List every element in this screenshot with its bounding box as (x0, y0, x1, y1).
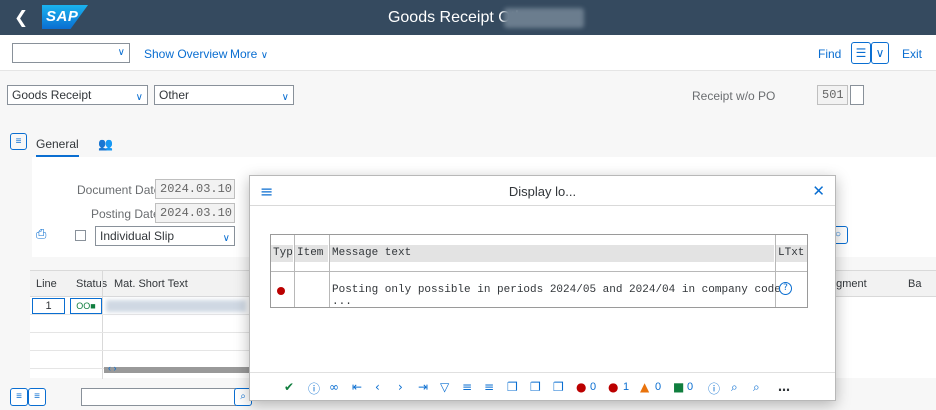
tab-bar: ≡ General 👥 (0, 128, 936, 157)
reference-value: Other (159, 88, 190, 102)
message-text[interactable]: Posting only possible in periods 2024/05… (332, 284, 807, 308)
sort-descending-icon[interactable]: ≡ (28, 388, 46, 406)
col-typ-label: Typ (271, 245, 293, 262)
chevron-down-icon: ∨ (222, 233, 230, 244)
more-menu-button[interactable]: More ∨ (230, 47, 268, 61)
tab-general[interactable]: General (36, 137, 79, 157)
app-toolbar: ∨ Show Overview More ∨ Find ☰ ∨ Exit (0, 35, 936, 71)
search-icon[interactable]: ⌕ (731, 380, 738, 395)
overflow-icon[interactable]: … (778, 380, 790, 394)
col-typ[interactable]: Typ (271, 235, 293, 271)
first-page-icon[interactable]: ⇤ (352, 380, 362, 394)
export-icon[interactable]: ❐ (553, 380, 564, 394)
shell-bar: ❮ SAP Goods Receipt Other - (0, 0, 936, 35)
warning-count: 0 (655, 381, 662, 393)
printer-icon[interactable]: ⎙ (36, 227, 46, 242)
col-message-text[interactable]: Message text (330, 235, 774, 271)
col-item-label: Item (295, 245, 328, 262)
success-icon[interactable]: ■ (673, 380, 684, 394)
reference-select[interactable]: Other ∨ (154, 85, 294, 105)
tab-partners-icon[interactable]: 👥 (98, 137, 113, 151)
chevron-down-icon: ∨ (281, 92, 289, 103)
close-icon[interactable]: ✕ (812, 182, 825, 200)
horizontal-scrollbar[interactable] (104, 367, 250, 373)
checkmark-icon[interactable]: ✔ (284, 380, 294, 394)
slip-select[interactable]: Individual Slip ∨ (95, 226, 235, 246)
copy-details-icon[interactable]: ❐ (530, 380, 541, 394)
next-icon[interactable]: › (398, 380, 403, 394)
redacted-mat-text (106, 300, 246, 312)
col-ba[interactable]: Ba (908, 278, 921, 290)
document-date-label: Document Date: (77, 183, 164, 197)
col-line[interactable]: Line (36, 278, 57, 290)
sort-ascending-icon[interactable]: ≡ (462, 380, 472, 394)
error-icon[interactable]: ● (608, 380, 618, 394)
help-icon[interactable]: ? (779, 282, 792, 295)
movement-type-extra[interactable] (850, 85, 864, 105)
dialog-title: Display lo... (508, 184, 577, 199)
line-number-field[interactable]: 1 (32, 298, 65, 314)
sort-descending-icon[interactable]: ≡ (484, 380, 494, 394)
transaction-value: Goods Receipt (12, 88, 92, 102)
dialog-footer-toolbar: ✔ ⓘ ∞ ⇤ ‹ › ⇥ ▽ ≡ ≡ ❐ ❐ ❐ ● 0 ● 1 ▲ 0 ■ … (250, 372, 835, 400)
divider (271, 271, 807, 272)
chevron-down-icon[interactable]: ∨ (871, 42, 889, 64)
posting-date-field: 2024.03.10 (155, 203, 235, 223)
filter-icon[interactable]: ▽ (440, 380, 449, 394)
filter-input[interactable] (81, 388, 236, 406)
last-page-icon[interactable]: ⇥ (418, 380, 428, 394)
movement-label: Receipt w/o PO (692, 89, 776, 103)
table-row[interactable] (30, 333, 250, 351)
chevron-down-icon: ∨ (117, 47, 125, 58)
slip-value: Individual Slip (100, 229, 175, 243)
error-count: 1 (623, 381, 630, 393)
sort-ascending-icon[interactable]: ≡ (10, 388, 28, 406)
help-icon[interactable]: ⓘ (308, 380, 320, 397)
table-row[interactable] (30, 315, 250, 333)
col-ltxt[interactable]: LTxt (776, 235, 807, 271)
chevron-down-icon: ∨ (135, 92, 143, 103)
dialog-header: ≡ Display lo... ✕ (250, 176, 835, 206)
status-indicator[interactable]: OO■ (70, 298, 102, 314)
chevron-down-icon: ∨ (260, 50, 269, 61)
col-ltxt-label: LTxt (776, 245, 807, 262)
copy-icon[interactable]: ❐ (507, 380, 518, 394)
more-menu-label: More (230, 47, 258, 61)
info-icon[interactable]: ⓘ (708, 380, 720, 397)
posting-date-label: Posting Date: (91, 207, 164, 221)
collapse-header-icon[interactable]: ≡ (10, 133, 27, 150)
display-log-dialog: ≡ Display lo... ✕ Typ Item Message text … (249, 175, 836, 401)
find-button[interactable]: Find (818, 47, 841, 61)
stop-count: 0 (590, 381, 597, 393)
success-count: 0 (687, 381, 694, 393)
exit-button[interactable]: Exit (902, 47, 922, 61)
col-mat-short-text[interactable]: Mat. Short Text (114, 278, 188, 290)
movement-type-field: 501 (817, 85, 848, 105)
error-status-icon (277, 287, 285, 295)
stop-icon[interactable]: ● (576, 380, 586, 394)
col-item[interactable]: Item (295, 235, 328, 271)
transaction-select[interactable]: Goods Receipt ∨ (7, 85, 148, 105)
table-row[interactable]: 1 OO■ (30, 297, 250, 315)
warning-icon[interactable]: ▲ (640, 380, 649, 394)
redacted-title-suffix (504, 8, 584, 28)
page-title: Goods Receipt Other - (387, 9, 549, 26)
settings-icon[interactable]: ☰ (851, 42, 871, 64)
show-overview-button[interactable]: Show Overview (144, 47, 227, 61)
variant-select[interactable]: ∨ (12, 43, 130, 63)
binoculars-icon[interactable]: ∞ (329, 380, 339, 394)
search-next-icon[interactable]: ⌕ (753, 380, 760, 395)
previous-icon[interactable]: ‹ (375, 380, 380, 394)
scroll-arrows-icon[interactable]: ‹ › (108, 363, 117, 373)
col-message-label: Message text (330, 245, 774, 262)
message-table: Typ Item Message text LTxt Posting only … (270, 234, 808, 308)
document-date-field: 2024.03.10 (155, 179, 235, 199)
print-checkbox[interactable] (75, 230, 86, 241)
